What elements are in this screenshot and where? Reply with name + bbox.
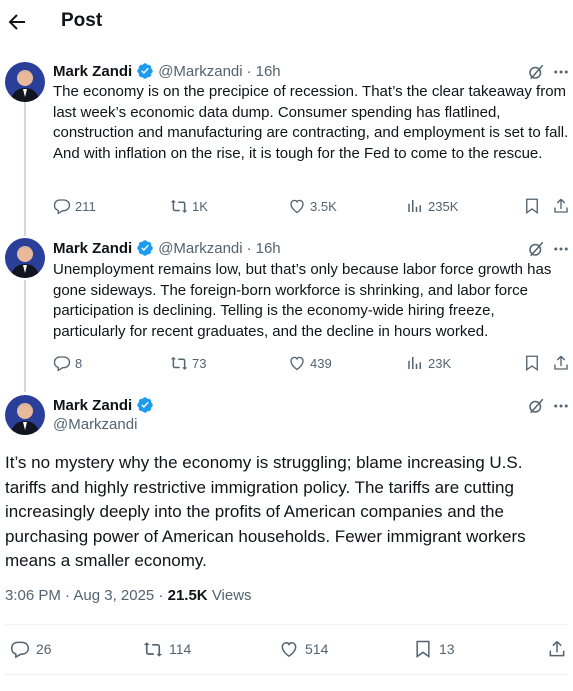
views-button[interactable]: 235K bbox=[406, 197, 458, 215]
like-button[interactable]: 514 bbox=[279, 639, 328, 659]
page-title: Post bbox=[61, 10, 103, 31]
analytics-icon bbox=[408, 357, 421, 369]
author-handle[interactable]: @Markzandi bbox=[158, 63, 242, 80]
reply-count: 8 bbox=[75, 355, 83, 371]
more-options-icon[interactable] bbox=[552, 240, 570, 258]
main-post-text: It’s no mystery why the economy is strug… bbox=[5, 453, 526, 570]
bookmark-icon[interactable] bbox=[523, 197, 541, 215]
bookmark-icon[interactable] bbox=[523, 354, 541, 372]
like-count: 514 bbox=[305, 641, 329, 657]
bookmark-icon bbox=[416, 640, 430, 658]
reply-button[interactable]: 26 bbox=[10, 639, 52, 659]
author-name[interactable]: Mark Zandi bbox=[53, 240, 132, 257]
reply-icon bbox=[53, 199, 71, 215]
views-count: 23K bbox=[428, 355, 452, 371]
avatar[interactable] bbox=[5, 62, 45, 102]
views-label: Views bbox=[211, 587, 252, 604]
reply-icon bbox=[53, 356, 71, 372]
tweet-text: The economy is on the precipice of reces… bbox=[53, 83, 569, 162]
post-time[interactable]: 16h bbox=[256, 240, 281, 257]
more-options-icon[interactable] bbox=[552, 63, 570, 81]
author-handle[interactable]: @Markzandi bbox=[53, 416, 137, 433]
reply-count: 211 bbox=[75, 198, 96, 214]
heart-icon bbox=[281, 641, 297, 657]
bookmark-button[interactable]: 13 bbox=[413, 639, 455, 659]
repost-icon bbox=[143, 642, 163, 657]
views-button[interactable]: 23K bbox=[406, 354, 451, 372]
repost-icon bbox=[170, 199, 188, 213]
repost-button[interactable]: 1K bbox=[170, 197, 208, 215]
author-handle[interactable]: @Markzandi bbox=[158, 240, 242, 257]
reply-button[interactable]: 211 bbox=[53, 197, 96, 215]
repost-button[interactable]: 114 bbox=[143, 639, 191, 659]
avatar[interactable] bbox=[5, 395, 45, 435]
grok-icon[interactable] bbox=[527, 240, 545, 258]
repost-count: 114 bbox=[169, 641, 192, 657]
verified-badge-icon bbox=[137, 240, 153, 256]
main-post-handle-row: @Markzandi bbox=[53, 416, 137, 433]
separator-dot: · bbox=[246, 239, 252, 257]
verified-badge-icon bbox=[137, 63, 153, 79]
bookmark-count: 13 bbox=[439, 641, 455, 657]
repost-count: 1K bbox=[192, 198, 208, 214]
like-button[interactable]: 3.5K bbox=[288, 197, 337, 215]
thread-connector bbox=[24, 102, 26, 236]
like-count: 3.5K bbox=[310, 198, 337, 214]
author-name[interactable]: Mark Zandi bbox=[53, 63, 132, 80]
share-icon[interactable] bbox=[547, 639, 567, 659]
share-icon[interactable] bbox=[552, 197, 570, 215]
views-count: 235K bbox=[428, 198, 459, 214]
reply-icon bbox=[10, 641, 30, 659]
post-timestamp[interactable]: 3:06 PM · Aug 3, 2025 · bbox=[5, 587, 168, 604]
main-post-author: Mark Zandi bbox=[53, 396, 158, 414]
avatar[interactable] bbox=[5, 238, 45, 278]
post-time[interactable]: 16h bbox=[256, 63, 281, 80]
like-count: 439 bbox=[310, 355, 332, 371]
reply-button[interactable]: 8 bbox=[53, 354, 82, 372]
share-icon[interactable] bbox=[552, 354, 570, 372]
tweet-header: Mark Zandi @Markzandi · 16h bbox=[53, 62, 281, 80]
reply-count: 26 bbox=[36, 641, 52, 657]
repost-button[interactable]: 73 bbox=[170, 354, 206, 372]
repost-icon bbox=[170, 356, 188, 370]
top-bar: Post bbox=[0, 0, 573, 46]
more-options-icon[interactable] bbox=[552, 397, 570, 415]
tweet-text: Unemployment remains low, but that’s onl… bbox=[53, 261, 552, 340]
arrow-left-icon[interactable] bbox=[5, 10, 29, 34]
analytics-icon bbox=[408, 200, 421, 212]
views-count: 21.5K bbox=[167, 587, 208, 604]
divider bbox=[5, 674, 568, 675]
divider bbox=[5, 624, 568, 625]
grok-icon[interactable] bbox=[527, 397, 545, 415]
grok-icon[interactable] bbox=[527, 63, 545, 81]
like-button[interactable]: 439 bbox=[288, 354, 332, 372]
verified-badge-icon bbox=[137, 397, 153, 413]
post-meta: 3:06 PM · Aug 3, 2025 · 21.5K Views bbox=[5, 587, 252, 604]
thread-connector bbox=[24, 280, 26, 392]
heart-icon bbox=[290, 199, 304, 214]
tweet-header: Mark Zandi @Markzandi · 16h bbox=[53, 239, 281, 257]
author-name[interactable]: Mark Zandi bbox=[53, 397, 132, 414]
repost-count: 73 bbox=[192, 355, 207, 371]
heart-icon bbox=[290, 356, 304, 371]
separator-dot: · bbox=[246, 62, 252, 80]
